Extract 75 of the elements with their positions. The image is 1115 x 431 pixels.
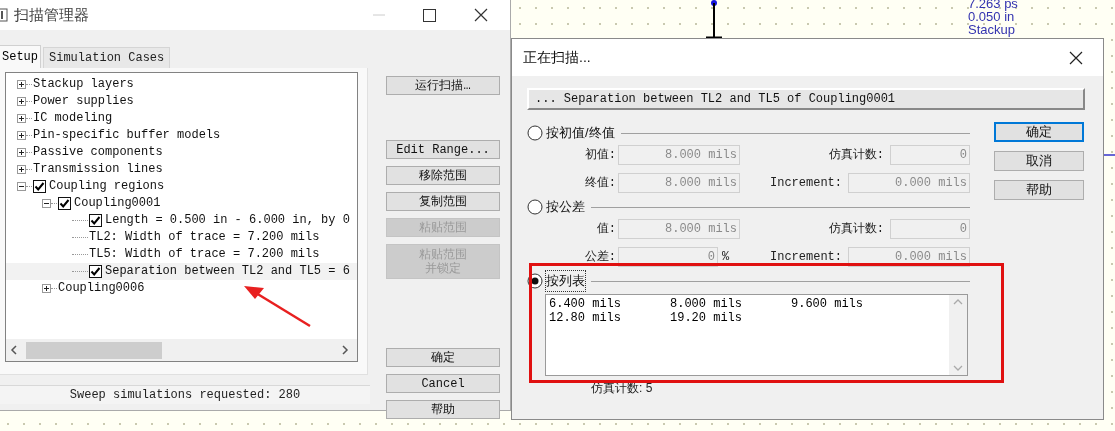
radio-label[interactable]: 按公差 bbox=[546, 197, 585, 217]
list-value: 8.000 mils bbox=[670, 297, 743, 311]
horizontal-scrollbar[interactable] bbox=[6, 339, 357, 361]
radio-button[interactable] bbox=[527, 273, 543, 289]
tree-item[interactable]: Separation between TL2 and TL5 = 6 bbox=[105, 263, 350, 280]
tab[interactable]: Simulation Cases bbox=[43, 47, 171, 68]
field-label: 值: bbox=[595, 221, 617, 238]
window-title: 扫描管理器 bbox=[14, 4, 89, 25]
canvas-label: 0.050 in bbox=[968, 10, 1015, 23]
collapse-icon[interactable] bbox=[42, 199, 51, 208]
parameter-field: ... Separation between TL2 and TL5 of Coupling0001 bbox=[527, 88, 1085, 110]
scroll-left-icon[interactable] bbox=[10, 345, 18, 355]
checkbox[interactable] bbox=[58, 197, 71, 210]
button[interactable]: Cancel bbox=[386, 374, 500, 393]
field-label: 仿真计数: bbox=[828, 147, 884, 164]
list-value: 12.80 mils bbox=[549, 311, 622, 325]
button[interactable]: Edit Range... bbox=[386, 140, 500, 159]
tree-item[interactable]: Pin-specific buffer models bbox=[33, 127, 221, 144]
close-icon[interactable] bbox=[474, 8, 488, 22]
field-label: 终值: bbox=[583, 175, 617, 192]
dialog-title: 正在扫描... bbox=[523, 48, 591, 67]
tree-item[interactable]: Coupling0006 bbox=[58, 280, 145, 297]
wire-line bbox=[1101, 154, 1115, 156]
radio-button[interactable] bbox=[527, 199, 543, 215]
tree-item[interactable]: Passive components bbox=[33, 144, 163, 161]
tree-item[interactable]: TL2: Width of trace = 7.200 mils bbox=[89, 229, 320, 246]
button[interactable]: 确定 bbox=[994, 122, 1084, 142]
tree-item[interactable]: Length = 0.500 in - 6.000 in, by 0 bbox=[105, 212, 350, 229]
button[interactable]: 复制范围 bbox=[386, 192, 500, 211]
field-label: Increment: bbox=[770, 249, 842, 266]
scroll-right-icon[interactable] bbox=[341, 345, 349, 355]
button[interactable]: 确定 bbox=[386, 348, 500, 367]
radio-label[interactable]: 按列表 bbox=[546, 271, 585, 291]
button[interactable]: 帮助 bbox=[386, 400, 500, 419]
unit-label: % bbox=[722, 249, 730, 266]
scrollbar-thumb[interactable] bbox=[26, 341, 162, 359]
list-value: 19.20 mils bbox=[670, 311, 743, 325]
field-label: 公差: bbox=[583, 249, 617, 266]
field-label: 仿真计数: bbox=[828, 221, 884, 238]
tree-item[interactable]: Coupling0001 bbox=[74, 195, 161, 212]
field-label: 初值: bbox=[583, 147, 617, 164]
tree-item[interactable]: Coupling regions bbox=[49, 178, 165, 195]
tree-item[interactable]: TL5: Width of trace = 7.200 mils bbox=[89, 246, 320, 263]
tree-item[interactable]: Transmission lines bbox=[33, 161, 163, 178]
canvas-label: Stackup bbox=[968, 23, 1016, 36]
radio-button[interactable] bbox=[527, 125, 543, 141]
expand-icon[interactable] bbox=[17, 131, 26, 140]
status-bar: Sweep simulations requested: 280 bbox=[0, 385, 370, 404]
checkbox[interactable] bbox=[33, 180, 46, 193]
button[interactable]: 帮助 bbox=[994, 180, 1084, 200]
expand-icon[interactable] bbox=[17, 165, 26, 174]
tab[interactable]: Setup bbox=[0, 45, 41, 68]
count-label: 仿真计数: 5 bbox=[591, 380, 653, 397]
button[interactable]: 运行扫描… bbox=[386, 76, 500, 95]
list-value: 9.600 mils bbox=[791, 297, 864, 311]
expand-icon[interactable] bbox=[17, 148, 26, 157]
checkbox[interactable] bbox=[89, 214, 102, 227]
field-label: Increment: bbox=[770, 175, 842, 192]
selected-row[interactable]: Separation between TL2 and TL5 = 6 bbox=[6, 263, 357, 280]
close-icon[interactable] bbox=[1069, 50, 1083, 65]
expand-icon[interactable] bbox=[17, 97, 26, 106]
button[interactable]: 取消 bbox=[994, 151, 1084, 171]
expand-icon[interactable] bbox=[17, 80, 26, 89]
list-value: 6.400 mils bbox=[549, 297, 622, 311]
collapse-icon[interactable] bbox=[17, 182, 26, 191]
tree-item[interactable]: IC modeling bbox=[33, 110, 113, 127]
expand-icon[interactable] bbox=[17, 114, 26, 123]
button[interactable]: 移除范围 bbox=[386, 166, 500, 185]
checkbox[interactable] bbox=[89, 265, 102, 278]
expand-icon[interactable] bbox=[42, 284, 51, 293]
tree-item[interactable]: Power supplies bbox=[33, 93, 134, 110]
radio-label[interactable]: 按初值/终值 bbox=[546, 123, 615, 143]
list-field[interactable]: 6.400 mils 8.000 mils 9.600 mils 12.80 mils 19.20 mils bbox=[545, 294, 968, 376]
tree-item[interactable]: Stackup layers bbox=[33, 76, 134, 93]
maximize-icon[interactable] bbox=[423, 8, 436, 22]
